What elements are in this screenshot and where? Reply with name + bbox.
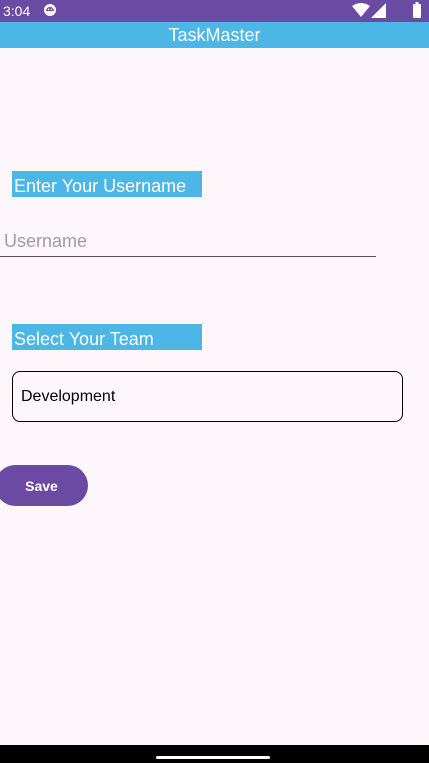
username-input[interactable] [0,226,376,257]
status-bar: 3:04 [0,0,429,22]
battery-icon [413,2,421,18]
cell-signal-icon [371,3,386,18]
app-title: TaskMaster [168,25,261,45]
team-label: Select Your Team [12,324,202,350]
wifi-icon [352,3,370,17]
navigation-bar [0,745,429,763]
app-bar: TaskMaster [0,22,429,48]
android-face-icon [44,4,56,16]
team-select-value: Development [21,388,116,405]
team-select[interactable]: Development [12,371,403,422]
home-indicator[interactable] [156,756,270,759]
status-time: 3:04 [3,3,31,19]
save-button[interactable]: Save [0,465,88,506]
username-label: Enter Your Username [12,171,202,197]
